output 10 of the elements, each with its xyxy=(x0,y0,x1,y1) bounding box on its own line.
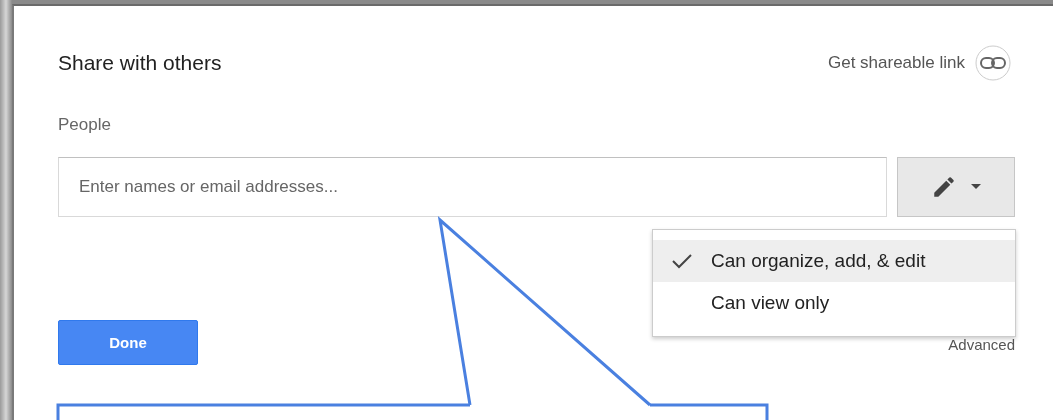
people-input-field[interactable]: Enter names or email addresses... xyxy=(58,157,888,217)
check-icon xyxy=(671,253,693,269)
people-label: People xyxy=(58,115,112,135)
get-link-link[interactable]: Get shareable link xyxy=(827,44,1015,82)
caret-icon xyxy=(971,184,982,190)
menu-item[interactable]: Can view only xyxy=(653,282,1015,324)
advanced-link[interactable]: Advanced xyxy=(948,336,1015,353)
dialog-title: Share with others xyxy=(58,51,222,75)
menu-item[interactable]: Can organize, add, & edit xyxy=(653,240,1015,282)
permission-button[interactable] xyxy=(897,157,1015,217)
